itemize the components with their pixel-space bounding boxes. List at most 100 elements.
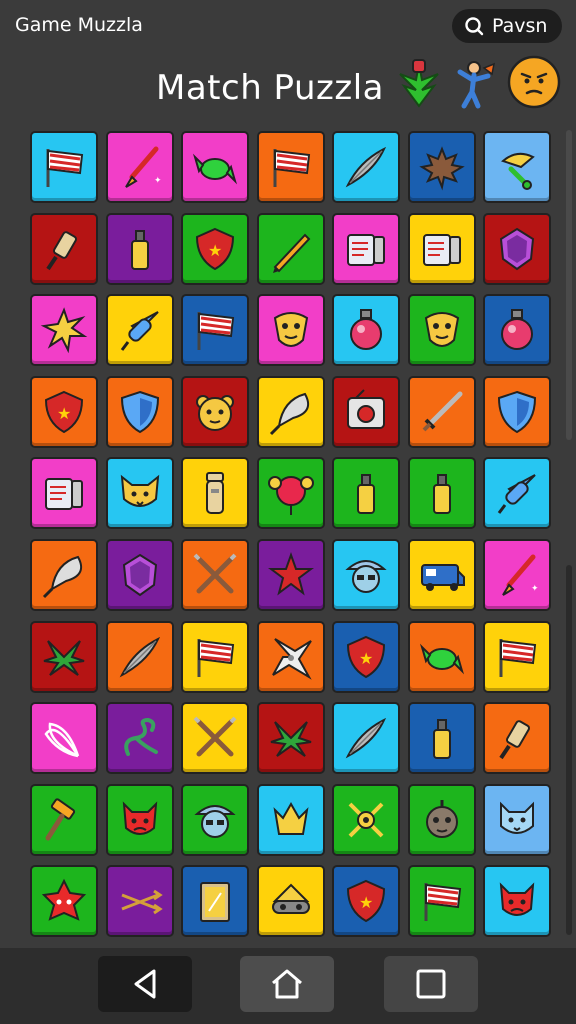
tile-r4-c4[interactable] <box>257 376 325 448</box>
tile-r5-c5[interactable] <box>332 457 400 529</box>
shuriken-icon <box>272 638 312 680</box>
tile-r5-c3[interactable] <box>181 457 249 529</box>
tile-r7-c6[interactable] <box>408 621 476 693</box>
tile-r6-c3[interactable] <box>181 539 249 611</box>
tile-r3-c1[interactable] <box>30 294 98 366</box>
tile-r7-c3[interactable] <box>181 621 249 693</box>
tile-r5-c7[interactable] <box>483 457 551 529</box>
plant-icon <box>399 59 439 108</box>
tile-r7-c7[interactable] <box>483 621 551 693</box>
tile-r1-c5[interactable] <box>332 131 400 203</box>
tile-r8-c4[interactable] <box>257 702 325 774</box>
rocket-icon <box>120 311 159 351</box>
home-icon <box>272 969 302 999</box>
tile-r1-c1[interactable] <box>30 131 98 203</box>
tile-r6-c5[interactable] <box>332 539 400 611</box>
tile-r3-c6[interactable] <box>408 294 476 366</box>
tile-r2-c1[interactable] <box>30 213 98 285</box>
tile-r1-c3[interactable] <box>181 131 249 203</box>
home-button[interactable] <box>240 956 334 1012</box>
shield-star-icon: ★ <box>195 227 235 271</box>
tile-r2-c3[interactable]: ★ <box>181 213 249 285</box>
tile-r6-c6[interactable] <box>408 539 476 611</box>
search-button[interactable]: Pavsn <box>452 9 562 43</box>
tile-r3-c2[interactable] <box>106 294 174 366</box>
flag-icon <box>197 312 235 350</box>
tile-r9-c4[interactable] <box>257 784 325 856</box>
smiley-face-icon <box>507 55 561 109</box>
whisk-icon <box>44 722 80 758</box>
target-icon <box>348 802 384 838</box>
tile-r3-c4[interactable] <box>257 294 325 366</box>
tile-r3-c3[interactable] <box>181 294 249 366</box>
tile-r9-c2[interactable] <box>106 784 174 856</box>
tile-r8-c5[interactable] <box>332 702 400 774</box>
tile-r1-c6[interactable] <box>408 131 476 203</box>
tile-r5-c4[interactable] <box>257 457 325 529</box>
tile-r10-c4[interactable] <box>257 865 325 937</box>
tile-r1-c7[interactable] <box>483 131 551 203</box>
tile-r6-c1[interactable] <box>30 539 98 611</box>
search-label: Pavsn <box>492 15 548 37</box>
tile-r3-c7[interactable] <box>483 294 551 366</box>
tile-r8-c6[interactable] <box>408 702 476 774</box>
page-title: Match Puzzla <box>156 68 384 108</box>
tile-r8-c7[interactable] <box>483 702 551 774</box>
tile-r4-c2[interactable] <box>106 376 174 448</box>
tile-r2-c5[interactable] <box>332 213 400 285</box>
jumping-person-icon <box>457 61 496 109</box>
tile-r2-c2[interactable] <box>106 213 174 285</box>
potion-icon <box>501 309 533 350</box>
maple-leaf-icon <box>419 146 465 191</box>
tile-r8-c2[interactable] <box>106 702 174 774</box>
tile-r4-c5[interactable] <box>332 376 400 448</box>
tile-r5-c6[interactable] <box>408 457 476 529</box>
gem-shield-icon <box>122 553 158 597</box>
tile-r2-c6[interactable] <box>408 213 476 285</box>
tile-r7-c1[interactable] <box>30 621 98 693</box>
tile-r7-c4[interactable] <box>257 621 325 693</box>
tile-r6-c4[interactable] <box>257 539 325 611</box>
recents-button[interactable] <box>384 956 478 1012</box>
tile-r10-c6[interactable] <box>408 865 476 937</box>
bottle-icon <box>433 719 451 759</box>
svg-text:★: ★ <box>359 649 373 668</box>
tile-r3-c5[interactable] <box>332 294 400 366</box>
tile-r6-c7[interactable]: ✦ <box>483 539 551 611</box>
pencil-icon <box>273 233 311 273</box>
tile-r10-c2[interactable] <box>106 865 174 937</box>
crown-gem-icon <box>273 801 309 835</box>
mask-icon <box>273 312 309 347</box>
tile-r7-c2[interactable] <box>106 621 174 693</box>
tile-r9-c5[interactable] <box>332 784 400 856</box>
tile-r10-c7[interactable] <box>483 865 551 937</box>
document-icon <box>45 478 83 510</box>
brush-icon: ✦ <box>502 554 539 596</box>
scrollbar-thumb[interactable] <box>566 565 572 935</box>
back-triangle-icon <box>134 969 156 999</box>
tile-r7-c5[interactable]: ★ <box>332 621 400 693</box>
tile-r2-c7[interactable] <box>483 213 551 285</box>
tile-r1-c2[interactable]: ✦ <box>106 131 174 203</box>
tile-r2-c4[interactable] <box>257 213 325 285</box>
tile-r9-c3[interactable] <box>181 784 249 856</box>
tile-r1-c4[interactable] <box>257 131 325 203</box>
tile-r6-c2[interactable] <box>106 539 174 611</box>
tile-r8-c3[interactable] <box>181 702 249 774</box>
tile-r4-c1[interactable]: ★ <box>30 376 98 448</box>
tile-r9-c6[interactable] <box>408 784 476 856</box>
tile-r8-c1[interactable] <box>30 702 98 774</box>
scrollbar-track[interactable] <box>566 130 572 440</box>
tile-r10-c3[interactable] <box>181 865 249 937</box>
tile-r4-c7[interactable] <box>483 376 551 448</box>
tile-r4-c3[interactable] <box>181 376 249 448</box>
back-button[interactable] <box>98 956 192 1012</box>
tile-r9-c1[interactable] <box>30 784 98 856</box>
tile-r5-c2[interactable] <box>106 457 174 529</box>
shield-star-icon: ★ <box>44 390 84 434</box>
tile-r10-c5[interactable]: ★ <box>332 865 400 937</box>
tile-r4-c6[interactable] <box>408 376 476 448</box>
tile-r5-c1[interactable] <box>30 457 98 529</box>
tile-r10-c1[interactable] <box>30 865 98 937</box>
tile-r9-c7[interactable] <box>483 784 551 856</box>
